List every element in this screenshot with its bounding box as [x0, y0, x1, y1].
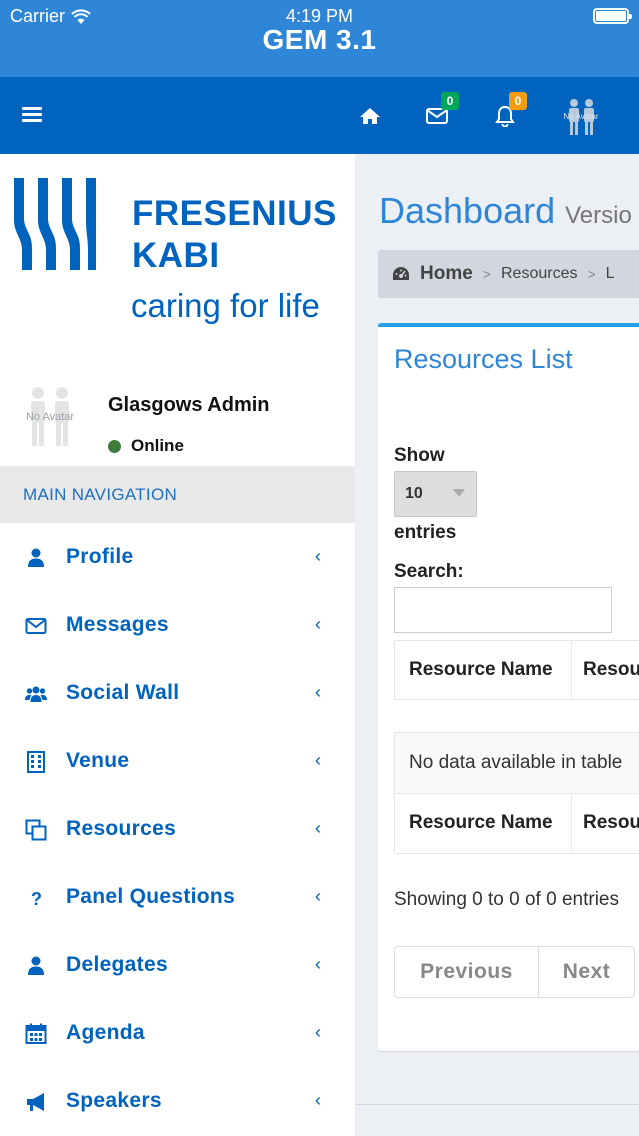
sidebar-item-label: Venue: [66, 749, 130, 772]
sidebar-item-label: Panel Questions: [66, 885, 236, 908]
user-icon: [28, 956, 44, 975]
notifications-button[interactable]: 0: [493, 92, 533, 133]
app-title: GEM 3.1: [262, 24, 377, 55]
chevron-left-icon: ‹: [315, 682, 321, 702]
chevron-left-icon: ‹: [315, 954, 321, 974]
sidebar: FRESENIUS KABI caring for life No Avatar…: [0, 154, 355, 1136]
avatar-text: No Avatar: [563, 112, 599, 121]
page-title-text: Dashboard: [379, 190, 556, 231]
breadcrumb-separator: >: [587, 266, 596, 282]
menu-icon[interactable]: [22, 107, 42, 123]
avatar-text: No Avatar: [25, 411, 75, 423]
nav-header: MAIN NAVIGATION: [0, 466, 355, 523]
show-label: Show: [394, 445, 445, 466]
table-header: Resource Name Resou: [394, 640, 639, 700]
sidebar-item-label: Delegates: [66, 953, 168, 976]
brand-tagline: caring for life: [131, 287, 320, 324]
sidebar-item-delegates[interactable]: Delegates ‹: [0, 932, 355, 1000]
entries-label: entries: [394, 522, 457, 543]
footer-divider: [355, 1104, 639, 1105]
sidebar-item-speakers[interactable]: Speakers ‹: [0, 1068, 355, 1136]
user-panel: No Avatar Glasgows Admin Online: [0, 376, 355, 466]
sidebar-item-label: Resources: [66, 817, 177, 840]
home-icon[interactable]: [359, 107, 381, 125]
sidebar-item-agenda[interactable]: Agenda ‹: [0, 1000, 355, 1068]
content-wrapper: Dashboard Versio Home > Resources > L Res…: [355, 154, 639, 1136]
resources-box: Resources List Show 10 entries Search: R…: [378, 323, 639, 1051]
box-title: Resources List: [394, 344, 573, 374]
envelope-icon: [426, 108, 448, 124]
sidebar-item-social-wall[interactable]: Social Wall ‹: [0, 660, 355, 728]
page-subtitle: Versio: [565, 202, 632, 229]
page-title: Dashboard Versio: [379, 190, 632, 232]
avatar: No Avatar: [18, 384, 82, 448]
search-label: Search:: [394, 561, 464, 582]
chevron-left-icon: ‹: [315, 818, 321, 838]
breadcrumb-separator: >: [482, 266, 491, 282]
table-footer: Resource Name Resou: [394, 794, 639, 854]
user-status: Online: [108, 436, 184, 456]
previous-button[interactable]: Previous: [394, 946, 539, 998]
empty-message: No data available in table: [409, 752, 623, 773]
sidebar-item-venue[interactable]: Venue ‹: [0, 728, 355, 796]
messages-button[interactable]: 0: [424, 92, 464, 133]
sidebar-item-panel-questions[interactable]: ? Panel Questions ‹: [0, 864, 355, 932]
breadcrumb-current: L: [605, 265, 615, 282]
copy-icon: [25, 819, 47, 841]
breadcrumb: Home > Resources > L: [378, 250, 639, 298]
sidebar-item-label: Messages: [66, 613, 169, 636]
chevron-left-icon: ‹: [315, 614, 321, 634]
chevron-left-icon: ‹: [315, 1022, 321, 1042]
sidebar-menu: Profile ‹ Messages ‹ Social Wall ‹ Venue…: [0, 524, 355, 1136]
svg-text:?: ?: [31, 889, 42, 909]
sidebar-item-messages[interactable]: Messages ‹: [0, 592, 355, 660]
next-button[interactable]: Next: [539, 946, 635, 998]
chevron-left-icon: ‹: [315, 750, 321, 770]
chevron-down-icon: [453, 489, 465, 497]
building-icon: [27, 751, 45, 773]
main-header: 0 0 No Avatar: [0, 77, 639, 154]
chevron-left-icon: ‹: [315, 1090, 321, 1110]
breadcrumb-resources[interactable]: Resources: [501, 265, 577, 283]
brand-name-line1: FRESENIUS: [132, 194, 337, 233]
question-icon: ?: [31, 889, 42, 909]
page-size-select[interactable]: 10: [394, 471, 477, 517]
column-header-resource-name[interactable]: Resource Name: [409, 659, 553, 681]
sidebar-item-profile[interactable]: Profile ‹: [0, 524, 355, 592]
sidebar-item-label: Agenda: [66, 1021, 145, 1044]
bullhorn-icon: [27, 1093, 44, 1111]
column-footer-resource-type: Resou: [583, 812, 639, 833]
column-header-resource-type[interactable]: Resou: [583, 659, 639, 681]
user-icon: [28, 548, 44, 567]
column-footer-resource-name: Resource Name: [409, 812, 553, 833]
pagination: Previous Next: [394, 946, 635, 1000]
table-empty-row: No data available in table: [394, 732, 639, 794]
breadcrumb-home[interactable]: Home: [420, 263, 473, 285]
notifications-badge: 0: [509, 92, 527, 110]
sidebar-item-resources[interactable]: Resources ‹: [0, 796, 355, 864]
brand-name-line2: KABI: [132, 236, 220, 275]
user-name: Glasgows Admin: [108, 394, 270, 416]
status-bar: Carrier 4:19 PM GEM 3.1: [0, 0, 639, 77]
page-size-value: 10: [405, 485, 423, 502]
table-info: Showing 0 to 0 of 0 entries: [394, 889, 619, 910]
dashboard-icon: [393, 267, 409, 280]
chevron-left-icon: ‹: [315, 546, 321, 566]
battery-icon: [593, 8, 632, 24]
search-input[interactable]: [394, 587, 612, 633]
messages-badge: 0: [441, 92, 459, 110]
sidebar-item-label: Profile: [66, 545, 134, 568]
sidebar-item-label: Speakers: [66, 1089, 162, 1112]
users-icon: [25, 686, 47, 702]
envelope-icon: [25, 618, 47, 634]
user-menu[interactable]: No Avatar: [562, 97, 600, 137]
online-status-icon: [108, 439, 121, 453]
user-status-label: Online: [131, 436, 184, 455]
resources-table: Resource Name Resou No data available in…: [394, 640, 639, 854]
sidebar-item-label: Social Wall: [66, 681, 180, 704]
fresenius-logo-icon: [14, 178, 96, 270]
chevron-left-icon: ‹: [315, 886, 321, 906]
calendar-icon: [25, 1023, 47, 1044]
